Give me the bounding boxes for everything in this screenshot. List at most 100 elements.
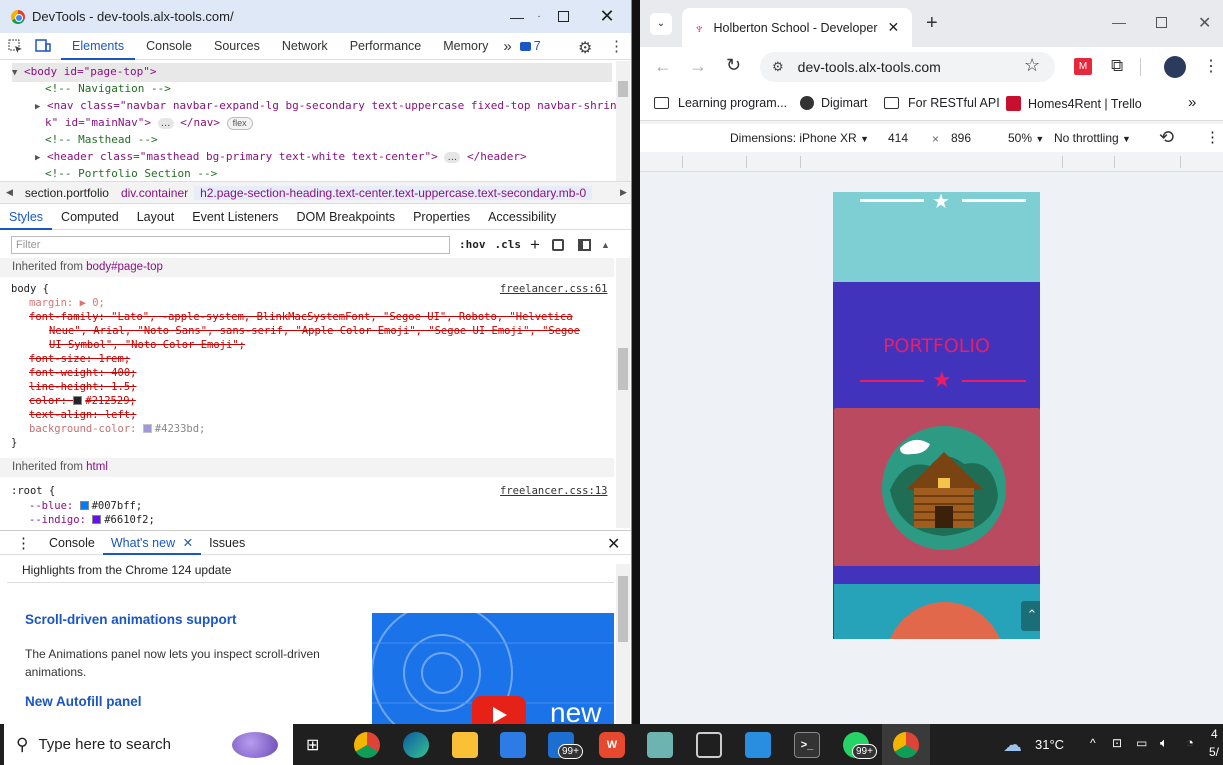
- whats-new-scroll-thumb[interactable]: [618, 576, 628, 642]
- browser-tab-active[interactable]: ♆ Holberton School - Developer t ✕: [682, 8, 912, 47]
- dom-comment-portfolio[interactable]: <!-- Portfolio Section -->: [45, 165, 217, 181]
- elements-scroll-thumb[interactable]: [618, 81, 628, 97]
- subtab-layout[interactable]: Layout: [128, 205, 184, 230]
- maximize-icon[interactable]: [540, 0, 586, 33]
- breadcrumb-item[interactable]: div.container: [115, 186, 194, 200]
- virtualbox-icon[interactable]: [696, 732, 722, 758]
- drawer-menu-icon[interactable]: ⋮: [0, 534, 41, 552]
- close-window-icon[interactable]: ✕: [1198, 13, 1211, 33]
- css-prop-text-align[interactable]: text-align: left;: [29, 408, 136, 422]
- hov-toggle[interactable]: :hov: [459, 238, 486, 251]
- portfolio-item-cabin[interactable]: [834, 408, 1040, 566]
- rotate-device-icon[interactable]: ⟲: [1159, 127, 1174, 148]
- whats-new-heading-1[interactable]: Scroll-driven animations support: [25, 612, 237, 627]
- color-swatch-icon[interactable]: [79, 501, 89, 510]
- device-toolbar-icon[interactable]: [30, 33, 56, 60]
- file-explorer-icon[interactable]: [452, 732, 478, 758]
- weather-cloud-icon[interactable]: ☁: [1003, 734, 1022, 757]
- tray-meet-icon[interactable]: ⊡: [1112, 736, 1122, 750]
- collapsed-ellipsis[interactable]: …: [157, 118, 174, 129]
- new-tab-plus-icon[interactable]: +: [926, 12, 938, 35]
- terminal-icon[interactable]: >_: [794, 732, 820, 758]
- expand-arrow-icon[interactable]: ▶: [35, 102, 40, 112]
- throttle-select[interactable]: No throttling ▼: [1054, 131, 1131, 145]
- inherited-target[interactable]: body#page-top: [86, 261, 163, 273]
- subtab-computed[interactable]: Computed: [52, 205, 128, 230]
- more-bookmarks-icon[interactable]: »: [1188, 94, 1196, 111]
- device-width-input[interactable]: 414: [888, 131, 908, 145]
- device-menu-icon[interactable]: ⋮: [1205, 128, 1220, 146]
- site-info-icon[interactable]: ⚙: [772, 59, 784, 75]
- address-bar-url[interactable]: dev-tools.alx-tools.com: [798, 59, 941, 75]
- portfolio-item-2[interactable]: [834, 584, 1040, 639]
- whats-new-video-thumbnail[interactable]: new: [372, 613, 614, 724]
- chrome-menu-icon[interactable]: ⋮: [1203, 56, 1219, 76]
- volume-icon[interactable]: 🔈︎: [1160, 735, 1168, 751]
- breadcrumb-item-selected[interactable]: h2.page-section-heading.text-center.text…: [194, 185, 593, 200]
- extensions-puzzle-icon[interactable]: ⧉: [1111, 56, 1123, 76]
- subtab-event-listeners[interactable]: Event Listeners: [183, 205, 287, 230]
- tab-memory[interactable]: Memory: [432, 33, 499, 60]
- close-tab-icon[interactable]: ✕: [183, 536, 193, 550]
- scroll-up-arrow-icon[interactable]: ▲: [601, 240, 610, 250]
- whats-new-scrollbar[interactable]: [616, 564, 630, 724]
- bookmark-item[interactable]: Digimart: [800, 96, 868, 110]
- styles-filter-input[interactable]: Filter: [11, 235, 450, 254]
- flex-badge[interactable]: flex: [226, 117, 253, 130]
- edge-icon[interactable]: [403, 732, 429, 758]
- address-bar[interactable]: ⚙ dev-tools.alx-tools.com: [760, 52, 1055, 82]
- css-prop-color[interactable]: color: #212529;: [29, 394, 136, 408]
- battery-icon[interactable]: ▭: [1136, 736, 1147, 750]
- color-swatch-icon[interactable]: [73, 396, 83, 405]
- minimize-icon[interactable]: —: [1112, 14, 1126, 30]
- tab-network[interactable]: Network: [271, 33, 339, 60]
- elements-scrollbar[interactable]: [616, 61, 630, 181]
- taskbar-search-box[interactable]: ⚲ Type here to search: [4, 724, 293, 765]
- more-tabs-button[interactable]: »: [499, 38, 515, 55]
- drawer-tab-whats-new[interactable]: What's new ✕: [102, 531, 202, 555]
- forward-arrow-icon[interactable]: →: [689, 56, 707, 77]
- css-prop-line-height[interactable]: line-height: 1.5;: [29, 380, 136, 394]
- chrome-taskbar-icon[interactable]: [354, 732, 380, 758]
- bookmark-item[interactable]: Learning program...: [654, 96, 787, 110]
- tab-console[interactable]: Console: [135, 33, 203, 60]
- inspect-element-icon[interactable]: [0, 33, 30, 60]
- close-tab-icon[interactable]: ✕: [888, 19, 900, 36]
- cls-toggle[interactable]: .cls: [495, 238, 522, 251]
- subtab-dom-breakpoints[interactable]: DOM Breakpoints: [287, 205, 404, 230]
- device-select[interactable]: Dimensions: iPhone XR ▼: [730, 131, 869, 145]
- dom-comment-navigation[interactable]: <!-- Navigation -->: [45, 80, 171, 97]
- rule-selector-body[interactable]: body {: [11, 282, 49, 296]
- css-prop-background-color[interactable]: background-color: #4233bd;: [29, 422, 205, 436]
- drawer-tab-issues[interactable]: Issues: [201, 531, 253, 555]
- kebab-menu-icon[interactable]: ⋮: [609, 37, 624, 55]
- issues-button[interactable]: 7: [516, 39, 545, 53]
- weather-temp[interactable]: 31°C: [1035, 737, 1064, 752]
- clock-date[interactable]: 5/: [1209, 745, 1219, 759]
- settings-gear-icon[interactable]: ⚙: [578, 38, 592, 58]
- css-prop-font-size[interactable]: font-size: 1rem;: [29, 352, 130, 366]
- zoom-select[interactable]: 50% ▼: [1008, 131, 1044, 145]
- css-var-indigo[interactable]: --indigo: #6610f2;: [29, 513, 155, 527]
- dom-comment-masthead[interactable]: <!-- Masthead -->: [45, 131, 158, 148]
- subtab-accessibility[interactable]: Accessibility: [479, 205, 565, 230]
- element-state-icon[interactable]: [551, 238, 564, 251]
- collapse-arrow-icon[interactable]: ▼: [12, 68, 17, 78]
- tray-chevron-icon[interactable]: ^: [1090, 736, 1096, 750]
- css-prop-font-weight[interactable]: font-weight: 400;: [29, 366, 136, 380]
- task-view-icon[interactable]: ⊞: [306, 735, 319, 755]
- css-var-blue[interactable]: --blue: #007bff;: [29, 499, 142, 513]
- tab-search-chevron-icon[interactable]: ⌄: [650, 13, 672, 35]
- whats-new-heading-2[interactable]: New Autofill panel: [25, 694, 142, 709]
- collapsed-ellipsis[interactable]: …: [444, 152, 461, 163]
- breadcrumb-left-arrow-icon[interactable]: ◀: [0, 187, 19, 198]
- css-prop-margin[interactable]: margin: ▶ 0;: [29, 296, 105, 310]
- wps-office-icon[interactable]: W: [599, 732, 625, 758]
- subtab-properties[interactable]: Properties: [404, 205, 479, 230]
- microsoft-store-icon[interactable]: [500, 732, 526, 758]
- reload-icon[interactable]: ↻: [726, 55, 741, 76]
- dom-nav-row-cont[interactable]: k" id="mainNav"> … </nav> flex: [45, 114, 253, 131]
- youtube-play-icon[interactable]: [472, 696, 526, 724]
- css-prop-font-family[interactable]: font-family: "Lato", -apple-system, Blin…: [29, 310, 573, 324]
- bookmark-item[interactable]: Homes4Rent | Trello: [1006, 96, 1142, 111]
